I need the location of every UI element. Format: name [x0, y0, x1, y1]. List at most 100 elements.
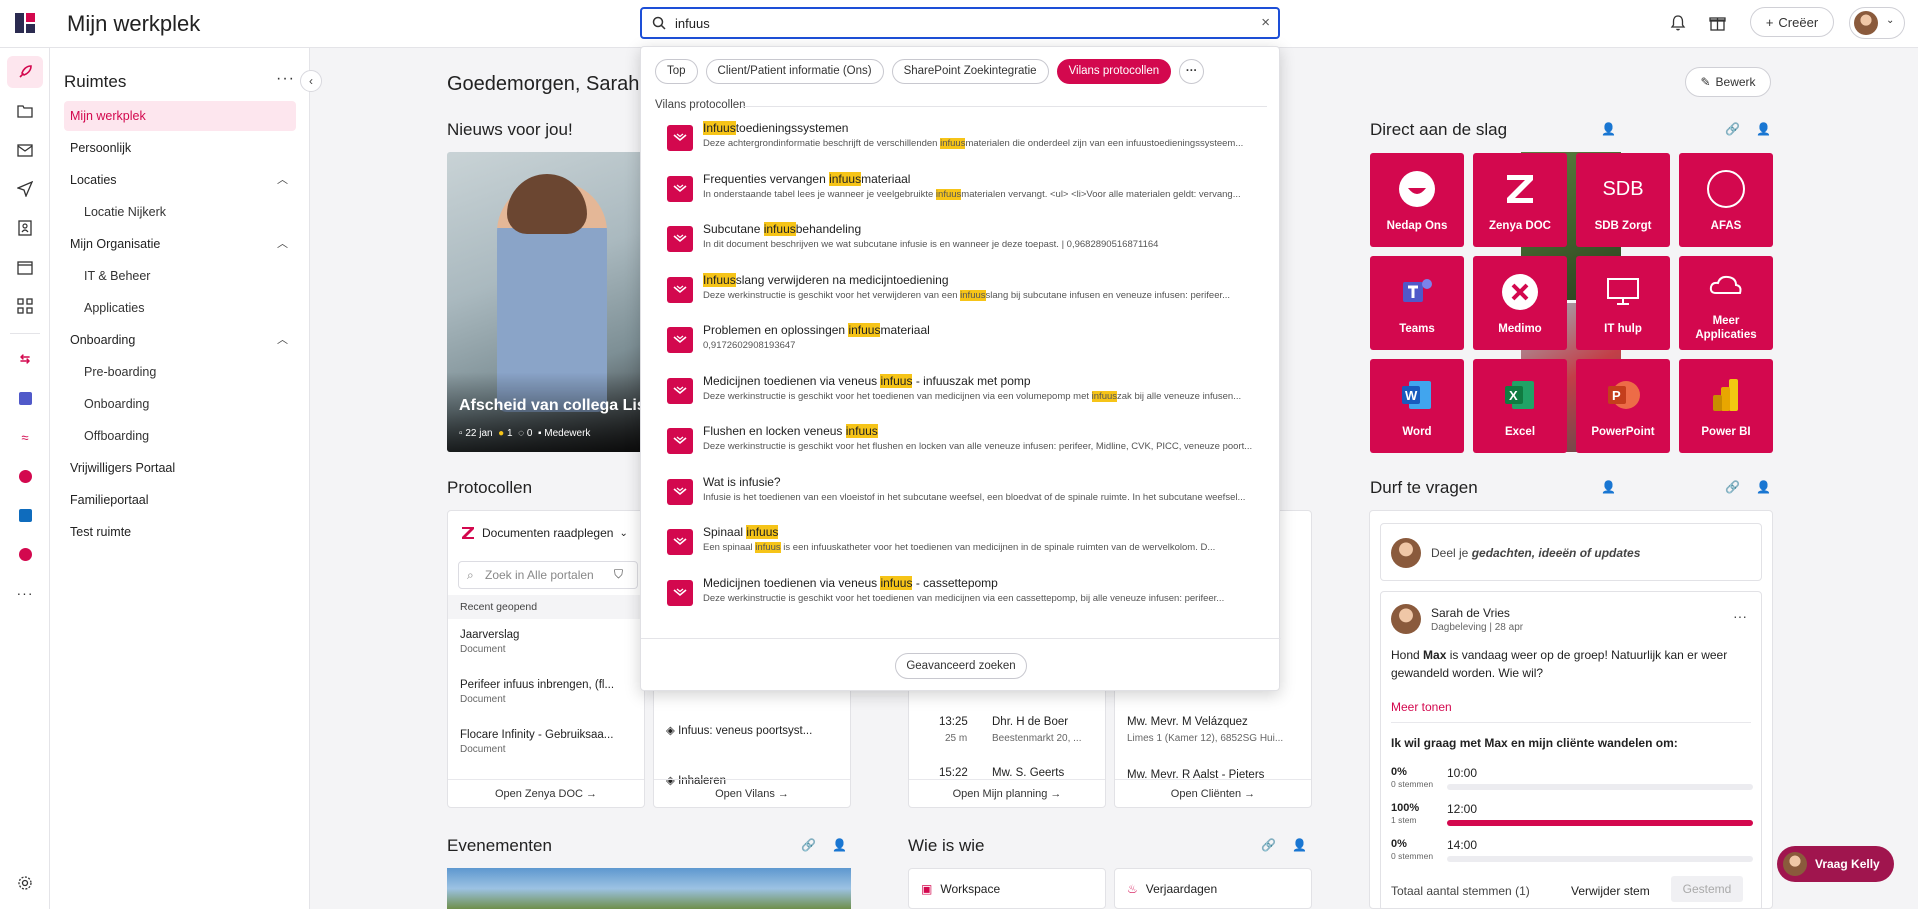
users-icon[interactable]: 👤 [1601, 122, 1616, 136]
post-input[interactable]: Deel je gedachten, ideeën of updates [1380, 523, 1762, 581]
sidebar-item-onboarding-group[interactable]: Onboarding ︿ [64, 325, 296, 355]
sidebar-item-it-beheer[interactable]: IT & Beheer [78, 261, 296, 291]
documents-dropdown[interactable]: Documenten raadplegen ⌄ [460, 525, 628, 541]
tile-zenya-doc[interactable]: Zenya DOC [1473, 153, 1567, 247]
tile-teams[interactable]: Teams [1370, 256, 1464, 350]
clear-search-icon[interactable]: × [1261, 14, 1270, 31]
rail-app-teams-icon[interactable] [7, 382, 43, 414]
rail-contact-icon[interactable] [7, 212, 43, 244]
sidebar-item-test-ruimte[interactable]: Test ruimte [64, 517, 296, 547]
rail-app-zenya-icon[interactable]: ≈ [7, 421, 43, 453]
sidebar-item-locaties[interactable]: Locaties ︿ [64, 165, 296, 195]
sidebar-item-familieportaal[interactable]: Familieportaal [64, 485, 296, 515]
gift-icon[interactable] [1709, 14, 1726, 31]
users-icon[interactable]: 👤 [1601, 480, 1616, 494]
planning-client[interactable]: Mw. S. Geerts [992, 767, 1064, 779]
list-item[interactable]: Flocare Infinity - Gebruiksaa... Documen… [460, 729, 613, 755]
show-more-link[interactable]: Meer tonen [1391, 700, 1452, 714]
sidebar-item-onboarding[interactable]: Onboarding [78, 389, 296, 419]
list-item[interactable]: Jaarverslag Document [460, 629, 519, 655]
tile-sdb-zorgt[interactable]: SDB SDB Zorgt [1576, 153, 1670, 247]
chevron-up-icon[interactable]: ︿ [277, 325, 288, 355]
app-logo-icon[interactable] [14, 12, 36, 34]
rail-apps-icon[interactable] [7, 290, 43, 322]
chevron-up-icon[interactable]: ︿ [277, 165, 288, 195]
rail-send-icon[interactable] [7, 173, 43, 205]
open-clients-link[interactable]: Open Cliënten → [1115, 779, 1311, 807]
rail-rocket-icon[interactable] [7, 56, 43, 88]
rail-app-medimo-icon[interactable] [7, 538, 43, 570]
search-result[interactable]: Medicijnen toedienen via veneus infuus -… [665, 372, 1265, 412]
user-menu-button[interactable]: ⌄ [1849, 7, 1905, 39]
tile-afas[interactable]: AFAS [1679, 153, 1773, 247]
tile-word[interactable]: W Word [1370, 359, 1464, 453]
create-button[interactable]: + Creëer [1750, 7, 1834, 37]
chip-client-patient[interactable]: Client/Patient informatie (Ons) [705, 59, 884, 84]
search-result[interactable]: Spinaal infuus Een spinaal infuus is een … [665, 523, 1265, 563]
bell-icon[interactable] [1670, 14, 1686, 32]
search-result[interactable]: Frequenties vervangen infuusmateriaal In … [665, 170, 1265, 210]
users-icon[interactable]: 👤 [1292, 838, 1307, 852]
users-icon[interactable]: 👤 [1756, 480, 1771, 494]
search-result[interactable]: Infuusslang verwijderen na medicijntoedi… [665, 271, 1265, 311]
sidebar-item-persoonlijk[interactable]: Persoonlijk [64, 133, 296, 163]
sidebar-item-offboarding[interactable]: Offboarding [78, 421, 296, 451]
tile-it-hulp[interactable]: IT hulp [1576, 256, 1670, 350]
link-icon[interactable]: 🔗 [801, 838, 816, 852]
open-vilans-link[interactable]: Open Vilans → [654, 779, 850, 807]
voted-button[interactable]: Gestemd [1671, 876, 1743, 902]
planning-client[interactable]: Dhr. H de Boer [992, 716, 1068, 728]
link-icon[interactable]: 🔗 [1725, 122, 1740, 136]
event-image[interactable] [447, 868, 851, 909]
rail-mail-icon[interactable] [7, 134, 43, 166]
sidebar-more-icon[interactable]: ··· [276, 70, 295, 88]
search-result[interactable]: Wat is infusie? Infusie is het toedienen … [665, 473, 1265, 513]
rail-app-sdb-icon[interactable]: ⇆ [7, 343, 43, 375]
ask-kelly-button[interactable]: Vraag Kelly [1777, 846, 1894, 882]
sidebar-item-vrijwilligers-portaal[interactable]: Vrijwilligers Portaal [64, 453, 296, 483]
advanced-search-button[interactable]: Geavanceerd zoeken [895, 653, 1027, 679]
sidebar-item-pre-boarding[interactable]: Pre-boarding [78, 357, 296, 387]
search-result[interactable]: Medicijnen toedienen via veneus infuus -… [665, 574, 1265, 614]
tile-medimo[interactable]: Medimo [1473, 256, 1567, 350]
sidebar-item-mijn-werkplek[interactable]: Mijn werkplek [64, 101, 296, 131]
portal-search-input[interactable]: ⌕ Zoek in Alle portalen [458, 561, 638, 589]
search-result[interactable]: Subcutane infuusbehandeling In dit docume… [665, 220, 1265, 260]
search-input[interactable]: infuus × [640, 7, 1280, 39]
users-icon[interactable]: 👤 [832, 838, 847, 852]
sidebar-item-mijn-organisatie[interactable]: Mijn Organisatie ︿ [64, 229, 296, 259]
sidebar-item-applicaties[interactable]: Applicaties [78, 293, 296, 323]
rail-folder-icon[interactable] [7, 95, 43, 127]
chip-sharepoint[interactable]: SharePoint Zoekintegratie [891, 59, 1049, 84]
link-icon[interactable]: 🔗 [1261, 838, 1276, 852]
open-planning-link[interactable]: Open Mijn planning → [909, 779, 1105, 807]
open-zenya-link[interactable]: Open Zenya DOC → [448, 779, 644, 807]
tile-power-bi[interactable]: Power BI [1679, 359, 1773, 453]
tile-meer-applicaties[interactable]: Meer Applicaties [1679, 256, 1773, 350]
remove-vote-button[interactable]: Verwijder stem [1571, 884, 1650, 898]
search-result[interactable]: Problemen en oplossingen infuusmateriaal… [665, 321, 1265, 361]
link-icon[interactable]: 🔗 [1725, 480, 1740, 494]
search-result[interactable]: Flushen en locken veneus infuus Deze werk… [665, 422, 1265, 462]
sidebar-item-locatie-nijkerk[interactable]: Locatie Nijkerk [78, 197, 296, 227]
client-name[interactable]: Mw. Mevr. M Velázquez [1127, 716, 1248, 728]
search-result[interactable]: Infuustoedieningssystemen Deze achtergron… [665, 119, 1265, 159]
chevron-up-icon[interactable]: ︿ [277, 229, 288, 259]
post-author[interactable]: Sarah de Vries [1431, 606, 1510, 620]
users-icon[interactable]: 👤 [1756, 122, 1771, 136]
chip-more-icon[interactable]: ··· [1179, 59, 1205, 84]
post-more-icon[interactable]: ··· [1733, 608, 1747, 624]
rail-app-nedap-icon[interactable] [7, 460, 43, 492]
chip-vilans-protocollen[interactable]: Vilans protocollen [1056, 59, 1172, 84]
tile-nedap-ons[interactable]: Nedap Ons [1370, 153, 1464, 247]
tile-excel[interactable]: X Excel [1473, 359, 1567, 453]
search-value[interactable]: infuus [675, 16, 710, 31]
filter-icon[interactable]: ⛉ [614, 567, 623, 582]
rail-more-icon[interactable]: ··· [7, 577, 43, 609]
workspace-card[interactable]: ▣ Workspace [908, 868, 1106, 909]
news-card[interactable]: Afscheid van collega Lis ▫ 22 jan ● 1 ◌ … [447, 152, 652, 452]
rail-calendar-icon[interactable] [7, 251, 43, 283]
list-item[interactable]: Perifeer infuus inbrengen, (fl... Docume… [460, 679, 614, 705]
birthdays-card[interactable]: ♨ Verjaardagen [1114, 868, 1312, 909]
rail-app-outlook-icon[interactable] [7, 499, 43, 531]
